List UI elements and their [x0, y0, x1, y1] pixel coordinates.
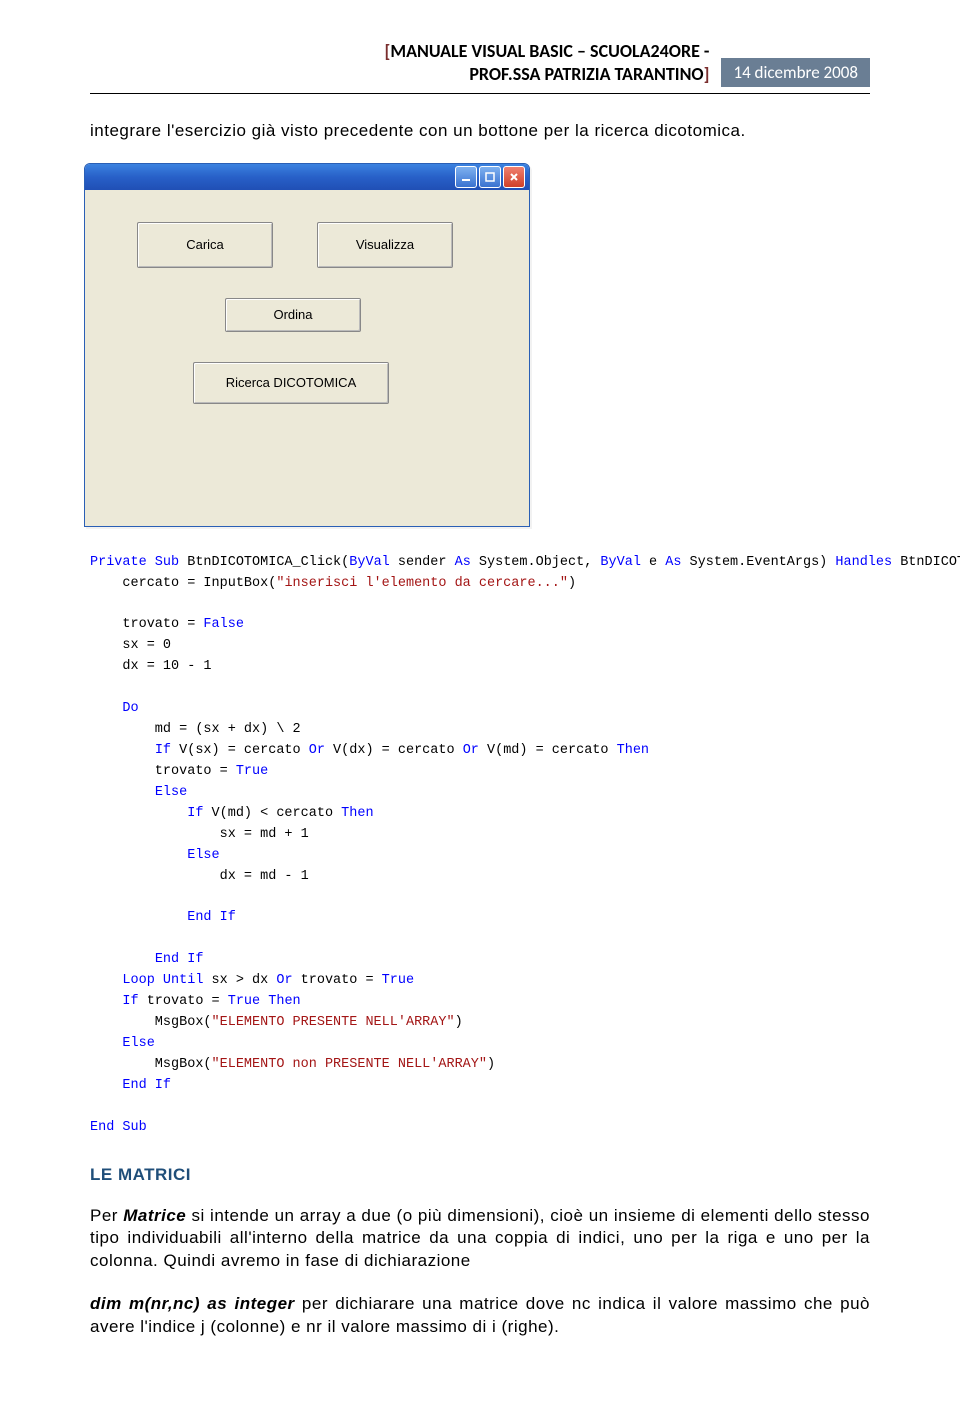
paragraph-matrici-1: Per Matrice si intende un array a due (o…	[90, 1205, 870, 1274]
ordina-button[interactable]: Ordina	[225, 298, 361, 332]
heading-matrici: LE MATRICI	[90, 1165, 870, 1185]
p2a: Per	[90, 1206, 123, 1225]
page-content: [MANUALE VISUAL BASIC – SCUOLA24ORE - PR…	[0, 0, 960, 1409]
header-title-block: [MANUALE VISUAL BASIC – SCUOLA24ORE - PR…	[90, 40, 721, 87]
xp-form-body: Carica Visualizza Ordina Ricerca DICOTOM…	[85, 190, 529, 526]
header-title-line2: PROF.SSA PATRIZIA TARANTINO	[469, 63, 703, 85]
code-block: Private Sub BtnDICOTOMICA_Click(ByVal se…	[90, 553, 870, 1139]
maximize-icon[interactable]	[479, 166, 501, 188]
header-date: 14 dicembre 2008	[721, 58, 870, 87]
p2-matrice: Matrice	[123, 1206, 186, 1225]
visualizza-button[interactable]: Visualizza	[317, 222, 453, 268]
xp-titlebar	[85, 164, 529, 190]
close-icon[interactable]	[503, 166, 525, 188]
carica-button[interactable]: Carica	[137, 222, 273, 268]
p2c: si intende un array a due (o più dimensi…	[90, 1206, 870, 1271]
header-title-line1: MANUALE VISUAL BASIC – SCUOLA24ORE -	[390, 40, 709, 62]
bracket-close: ]	[704, 63, 710, 85]
xp-window: Carica Visualizza Ordina Ricerca DICOTOM…	[84, 163, 530, 527]
p3-code: dim m(nr,nc) as integer	[90, 1294, 302, 1313]
form-screenshot: Carica Visualizza Ordina Ricerca DICOTOM…	[84, 163, 870, 527]
paragraph-matrici-2: dim m(nr,nc) as integer per dichiarare u…	[90, 1293, 870, 1339]
ricerca-dicotomica-button[interactable]: Ricerca DICOTOMICA	[193, 362, 389, 404]
minimize-icon[interactable]	[455, 166, 477, 188]
header-row: [MANUALE VISUAL BASIC – SCUOLA24ORE - PR…	[90, 40, 870, 87]
paragraph-intro: integrare l'esercizio già visto preceden…	[90, 120, 870, 143]
header-rule	[90, 93, 870, 94]
